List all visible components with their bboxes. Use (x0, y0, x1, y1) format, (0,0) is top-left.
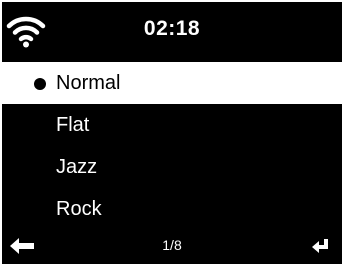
menu-item-normal[interactable]: Normal (2, 62, 342, 104)
eq-preset-list: Normal Flat Jazz Rock (2, 62, 342, 230)
clock-time: 02:18 (143, 17, 201, 40)
menu-item-flat[interactable]: Flat (2, 104, 342, 146)
menu-item-label: Normal (56, 72, 121, 94)
menu-item-rock[interactable]: Rock (2, 188, 342, 230)
menu-item-label: Rock (56, 198, 102, 220)
menu-item-label: Flat (56, 114, 90, 136)
menu-item-jazz[interactable]: Jazz (2, 146, 342, 188)
selected-bullet-icon (34, 78, 46, 90)
footer-bar: 1/8 (2, 232, 342, 262)
page-indicator: 1/8 (162, 237, 182, 253)
radio-display-screen: 02:18 Normal Flat Jazz Rock 1/8 (2, 2, 342, 264)
enter-return-icon[interactable] (312, 238, 328, 254)
menu-item-label: Jazz (56, 156, 98, 178)
status-bar: 02:18 (2, 2, 342, 62)
